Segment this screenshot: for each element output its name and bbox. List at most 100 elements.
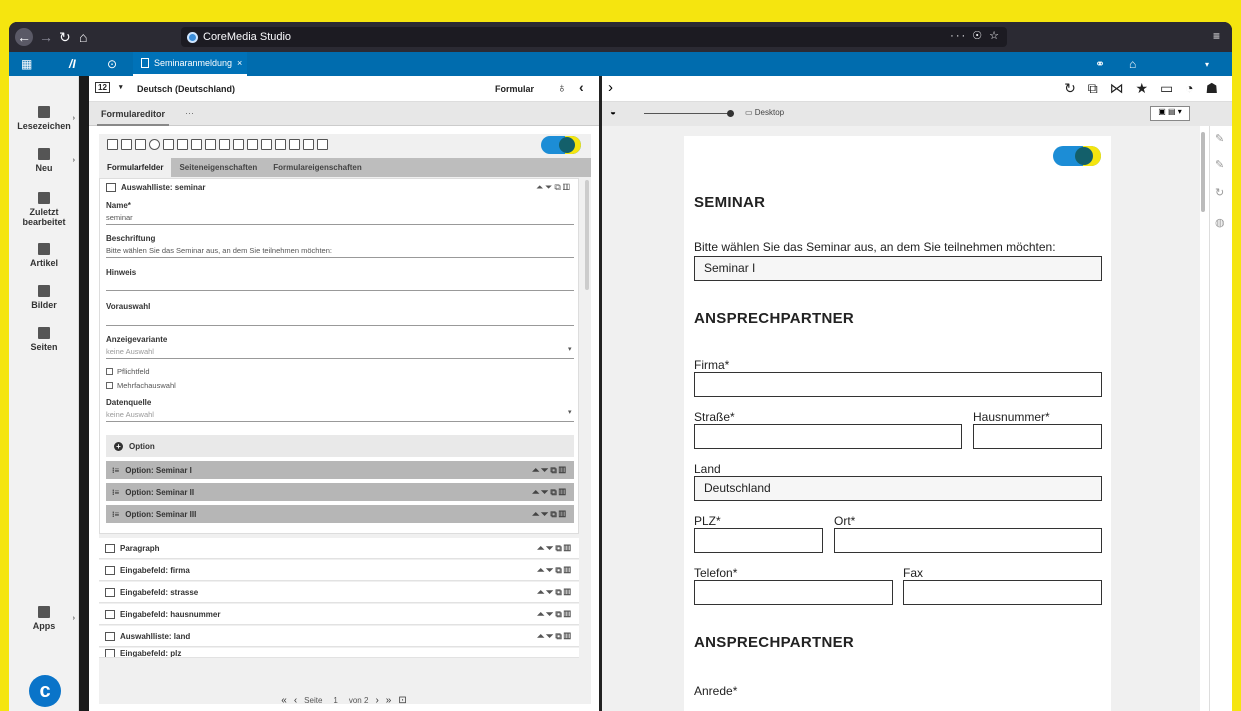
locale-label[interactable]: Deutsch (Deutschland)	[137, 84, 235, 94]
drag-handle-icon[interactable]: ⁝≡	[112, 488, 119, 497]
captcha-icon[interactable]	[275, 139, 286, 150]
address-bar[interactable]: CoreMedia Studio ··· ☉ ☆	[181, 27, 1007, 47]
table-icon[interactable]	[261, 139, 272, 150]
field-actions-icon[interactable]: ⏶⏷⧉▥	[537, 565, 573, 576]
theme-toggle[interactable]	[1053, 146, 1101, 166]
export-icon[interactable]: ⊡	[398, 695, 406, 706]
last-page-icon[interactable]: »	[386, 695, 392, 706]
tab-seminaranmeldung[interactable]: Seminaranmeldung ×	[133, 52, 247, 76]
field-row-strasse[interactable]: Eingabefeld: strasse ⏶⏷⧉▥	[99, 582, 579, 603]
option-row[interactable]: ⁝≡ Option: Seminar II ⏶⏷⧉▥	[106, 483, 574, 501]
fax-input[interactable]	[903, 580, 1102, 605]
option-actions-icon[interactable]: ⏶⏷⧉▥	[532, 509, 568, 520]
option-actions-icon[interactable]: ⏶⏷⧉▥	[532, 465, 568, 476]
version-icon[interactable]: 12	[95, 82, 110, 93]
grid-icon[interactable]: ▦	[21, 52, 32, 76]
chevron-down-icon[interactable]: ▾	[568, 408, 572, 416]
caption-input[interactable]: Bitte wählen Sie das Seminar aus, an dem…	[106, 246, 574, 258]
tab-formulareditor[interactable]: Formulareditor	[97, 102, 170, 126]
field-actions-icon[interactable]: ⏶⏷⧉▥	[537, 609, 573, 620]
home-icon[interactable]: ⌂	[79, 28, 87, 46]
palette-icon[interactable]: ◒	[610, 107, 616, 118]
sync-icon[interactable]: ↻	[1215, 186, 1224, 199]
textarea-icon[interactable]	[121, 139, 132, 150]
pen-icon[interactable]: ✎	[1215, 132, 1224, 145]
name-input[interactable]: seminar	[106, 213, 574, 225]
radio-icon[interactable]	[149, 139, 160, 150]
drag-handle-icon[interactable]: ⁝≡	[112, 466, 119, 475]
collapse-icon[interactable]: ‹	[579, 79, 584, 95]
field-row-hausnummer[interactable]: Eingabefeld: hausnummer ⏶⏷⧉▥	[99, 604, 579, 625]
preset-input[interactable]	[106, 314, 574, 326]
select-icon[interactable]	[135, 139, 146, 150]
view-mode-select[interactable]: ▣ ▤ ▾	[1150, 106, 1190, 121]
tab-formulareigenschaften[interactable]: Formulareigenschaften	[265, 158, 369, 177]
field-actions-icon[interactable]: ⏶⏷⧉▥	[537, 631, 573, 642]
sidebar-item-lesezeichen[interactable]: Lesezeichen ›	[9, 106, 79, 131]
strasse-input[interactable]	[694, 424, 962, 449]
next-page-icon[interactable]: ›	[375, 695, 378, 706]
inbox-icon[interactable]: ⌂	[1129, 52, 1136, 76]
number-icon[interactable]	[233, 139, 244, 150]
back-icon[interactable]: ←	[15, 28, 33, 46]
upload-icon[interactable]	[219, 139, 230, 150]
plz-input[interactable]	[694, 528, 823, 553]
sidebar-item-artikel[interactable]: Artikel	[9, 243, 79, 268]
chevron-down-icon[interactable]: ▾	[1205, 52, 1209, 76]
page-input[interactable]: 1	[329, 696, 341, 705]
paragraph-icon[interactable]	[289, 139, 300, 150]
tab-seiteneigenschaften[interactable]: Seiteneigenschaften	[171, 158, 265, 177]
url-actions-icon[interactable]: ··· ☉ ☆	[950, 29, 1001, 42]
field-actions-icon[interactable]: ⏶⏷⧉▥	[537, 543, 573, 554]
globe-icon[interactable]: ◍	[1215, 216, 1225, 229]
checkbox-icon[interactable]	[177, 139, 188, 150]
text-field-icon[interactable]	[107, 139, 118, 150]
lightbulb-icon[interactable]: ♁	[557, 80, 567, 95]
preview-actions-icon[interactable]: ↻ ⧉ ⋈ ★ ▭ ◔ ☗	[1064, 80, 1222, 97]
chevron-down-icon[interactable]: ▾	[119, 83, 123, 91]
telefon-input[interactable]	[694, 580, 893, 605]
sidebar-item-seiten[interactable]: Seiten	[9, 327, 79, 352]
field-row-land[interactable]: Auswahlliste: land ⏶⏷⧉▥	[99, 626, 579, 647]
hausnummer-input[interactable]	[973, 424, 1102, 449]
firma-input[interactable]	[694, 372, 1102, 397]
scrollbar[interactable]	[585, 180, 589, 290]
panel-title[interactable]: Auswahlliste: seminar	[106, 183, 205, 192]
first-page-icon[interactable]: «	[281, 695, 287, 706]
sidebar-item-apps[interactable]: Apps ›	[9, 606, 79, 631]
list-icon[interactable]	[163, 139, 174, 150]
expand-icon[interactable]: ›	[608, 79, 613, 96]
date-icon[interactable]	[247, 139, 258, 150]
source-select[interactable]: keine Auswahl	[106, 410, 574, 422]
submit-icon[interactable]	[303, 139, 314, 150]
share-icon[interactable]: ⚭	[1095, 52, 1105, 76]
menu-icon[interactable]: ≡	[1213, 29, 1220, 43]
sidebar-item-neu[interactable]: Neu ›	[9, 148, 79, 173]
field-row-firma[interactable]: Eingabefeld: firma ⏶⏷⧉▥	[99, 560, 579, 581]
hidden-field-icon[interactable]	[205, 139, 216, 150]
edit-icon[interactable]	[191, 139, 202, 150]
reload-icon[interactable]: ↻	[59, 28, 71, 46]
sidebar-item-zuletzt[interactable]: Zuletzt bearbeitet	[9, 192, 79, 227]
form-mode-label[interactable]: Formular	[495, 84, 534, 94]
ort-input[interactable]	[834, 528, 1102, 553]
seminar-select[interactable]: Seminar I	[694, 256, 1102, 281]
drag-handle-icon[interactable]: ⁝≡	[112, 510, 119, 519]
option-row[interactable]: ⁝≡ Option: Seminar I ⏶⏷⧉▥	[106, 461, 574, 479]
multiselect-checkbox[interactable]: Mehrfachauswahl	[106, 381, 176, 390]
chevron-down-icon[interactable]: ▾	[568, 345, 572, 353]
prev-page-icon[interactable]: ‹	[294, 695, 297, 706]
field-actions-icon[interactable]: ⏶⏷⧉▥	[537, 587, 573, 598]
hint-input[interactable]	[106, 279, 574, 291]
option-actions-icon[interactable]: ⏶⏷⧉▥	[532, 487, 568, 498]
consent-icon[interactable]	[317, 139, 328, 150]
required-checkbox[interactable]: Pflichtfeld	[106, 367, 150, 376]
forward-icon[interactable]: →	[39, 28, 53, 46]
field-actions-icon[interactable]: ⏶⏷⧉▥	[536, 182, 572, 193]
pen-remove-icon[interactable]: ✎	[1215, 158, 1224, 171]
tab-formularfelder[interactable]: Formularfelder	[99, 158, 172, 177]
sidebar-item-bilder[interactable]: Bilder	[9, 285, 79, 310]
scrollbar[interactable]	[1201, 132, 1205, 212]
field-row-paragraph[interactable]: Paragraph ⏶⏷⧉▥	[99, 538, 579, 559]
more-icon[interactable]: ···	[185, 108, 194, 118]
